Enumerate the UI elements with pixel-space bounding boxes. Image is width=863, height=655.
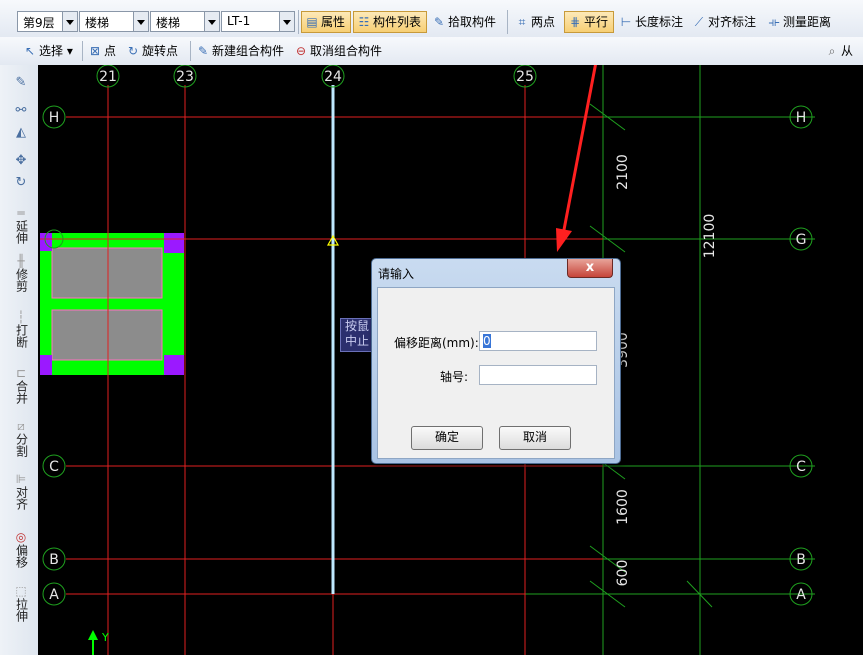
cursor-icon: ↖: [24, 44, 36, 58]
point-button[interactable]: ⊠ 点: [85, 40, 121, 62]
measure-distance-button[interactable]: ⟛ 测量距离: [764, 11, 842, 33]
dialog-body: 偏移距离(mm): 0 轴号: 确定 取消: [377, 287, 615, 459]
length-dimension-button[interactable]: ⊢ 长度标注: [616, 11, 688, 33]
modify-toolbar: ✎ ⚯ ◭ ✥ ↻ ═ 延伸 ╫ 修剪 ┆ 打断 ⊏ 合并 ⧄ 分割 ⊫ 对齐 ◎ 偏移 ⬚ 拉…: [0, 65, 39, 655]
trim-button[interactable]: ╫ 修剪: [8, 255, 34, 295]
chevron-down-icon[interactable]: [204, 12, 219, 31]
axis-label-23: 23: [176, 69, 194, 85]
main-toolbar: 第9层 楼梯 楼梯 LT-1 ▤ 属性 ☷ 构件列表 ✎ 拾取构件 ⌗ 两点 ⋕ 平行 ⊢…: [0, 0, 863, 38]
two-points-button[interactable]: ⌗ 两点: [512, 11, 562, 33]
point-icon: ⊠: [89, 44, 101, 58]
command-tooltip: 按鼠 中止: [340, 318, 374, 352]
from-button[interactable]: ⌕ 从: [822, 40, 863, 62]
type-select[interactable]: 楼梯: [150, 11, 220, 32]
parallel-button[interactable]: ⋕ 平行: [564, 11, 614, 33]
axis-label-c-left: C: [49, 459, 59, 475]
dimension-2100: 2100: [615, 154, 631, 190]
close-button[interactable]: x: [567, 259, 613, 278]
break-button[interactable]: ┆ 打断: [8, 311, 34, 351]
dimension-12100: 12100: [702, 214, 718, 259]
edit-toolbar: ↖ 选择 ▾ ⊠ 点 ↻ 旋转点 ✎ 新建组合构件 ⊖ 取消组合构件 ⌕ 从: [0, 37, 863, 66]
copy-icon[interactable]: ⚯: [12, 103, 30, 118]
chevron-down-icon[interactable]: [279, 12, 294, 31]
cancel-group-icon: ⊖: [295, 44, 307, 58]
offset-distance-input[interactable]: 0: [479, 331, 597, 351]
component-list-button[interactable]: ☷ 构件列表: [353, 11, 427, 33]
axis-label-b-right: B: [796, 552, 806, 568]
category-select-value: 楼梯: [85, 16, 110, 30]
brush-icon[interactable]: ✎: [12, 75, 30, 90]
cancel-button[interactable]: 取消: [499, 426, 571, 450]
properties-icon: ▤: [306, 15, 318, 29]
axis-label-a-left: A: [49, 587, 59, 603]
new-group-icon: ✎: [197, 44, 209, 58]
two-points-icon: ⌗: [518, 15, 526, 29]
extend-button[interactable]: ═ 延伸: [8, 207, 34, 247]
dimension-600: 600: [615, 560, 631, 587]
stair-component[interactable]: [40, 229, 184, 375]
list-icon: ☷: [358, 15, 370, 29]
measure-icon: ⟛: [768, 15, 780, 29]
new-group-button[interactable]: ✎ 新建组合构件: [193, 40, 289, 62]
axis-label-b-left: B: [49, 552, 59, 568]
cancel-group-button[interactable]: ⊖ 取消组合构件: [291, 40, 389, 62]
dialog-title: 请输入: [378, 267, 415, 281]
dimension-icon: ⊢: [620, 15, 632, 29]
floor-select-value: 第9层: [23, 16, 55, 30]
mirror-icon[interactable]: ◭: [12, 125, 30, 140]
axis-label-25: 25: [516, 69, 534, 85]
axis-number-label: 轴号:: [440, 370, 469, 384]
rotate-icon[interactable]: ↻: [12, 175, 30, 190]
input-dialog: 请输入 x 偏移距离(mm): 0 轴号: 确定 取消: [371, 258, 621, 464]
split-button[interactable]: ⧄ 分割: [8, 420, 34, 460]
align-dimension-button[interactable]: ⟋ 对齐标注: [689, 11, 763, 33]
pick-component-button[interactable]: ✎ 拾取构件: [429, 11, 503, 33]
select-button[interactable]: ↖ 选择 ▾: [20, 40, 80, 62]
category-select[interactable]: 楼梯: [79, 11, 149, 32]
axis-label-h-right: H: [796, 110, 807, 126]
chevron-down-icon[interactable]: [133, 12, 148, 31]
axis-label-g-right: G: [796, 232, 807, 248]
type-select-value: 楼梯: [156, 16, 181, 30]
parallel-icon: ⋕: [569, 15, 581, 29]
merge-button[interactable]: ⊏ 合并: [8, 367, 34, 407]
rotate-icon: ↻: [127, 44, 139, 58]
stretch-button[interactable]: ⬚ 拉伸: [8, 585, 34, 625]
y-axis-label: Y: [101, 631, 109, 644]
floor-select[interactable]: 第9层: [17, 11, 78, 32]
properties-button[interactable]: ▤ 属性: [301, 11, 351, 33]
axis-number-input[interactable]: [479, 365, 597, 385]
axis-label-a-right: A: [796, 587, 806, 603]
component-select[interactable]: LT-1: [221, 11, 295, 32]
rotate-point-button[interactable]: ↻ 旋转点: [123, 40, 187, 62]
axis-label-24: 24: [324, 69, 342, 85]
axis-label-21: 21: [99, 69, 117, 85]
search-icon: ⌕: [828, 44, 836, 58]
align-button[interactable]: ⊫ 对齐: [8, 473, 34, 513]
chevron-down-icon[interactable]: [62, 12, 77, 31]
ok-button[interactable]: 确定: [411, 426, 483, 450]
move-icon[interactable]: ✥: [12, 153, 30, 168]
close-icon: x: [585, 260, 595, 275]
eyedropper-icon: ✎: [433, 15, 445, 29]
dimension-1600: 1600: [615, 489, 631, 525]
axis-label-c-right: C: [796, 459, 806, 475]
align-dimension-icon: ⟋: [694, 15, 704, 29]
component-select-value: LT-1: [227, 14, 251, 28]
offset-button[interactable]: ◎ 偏移: [8, 531, 34, 571]
offset-distance-label: 偏移距离(mm):: [394, 336, 479, 350]
axis-label-h-left: H: [49, 110, 60, 126]
